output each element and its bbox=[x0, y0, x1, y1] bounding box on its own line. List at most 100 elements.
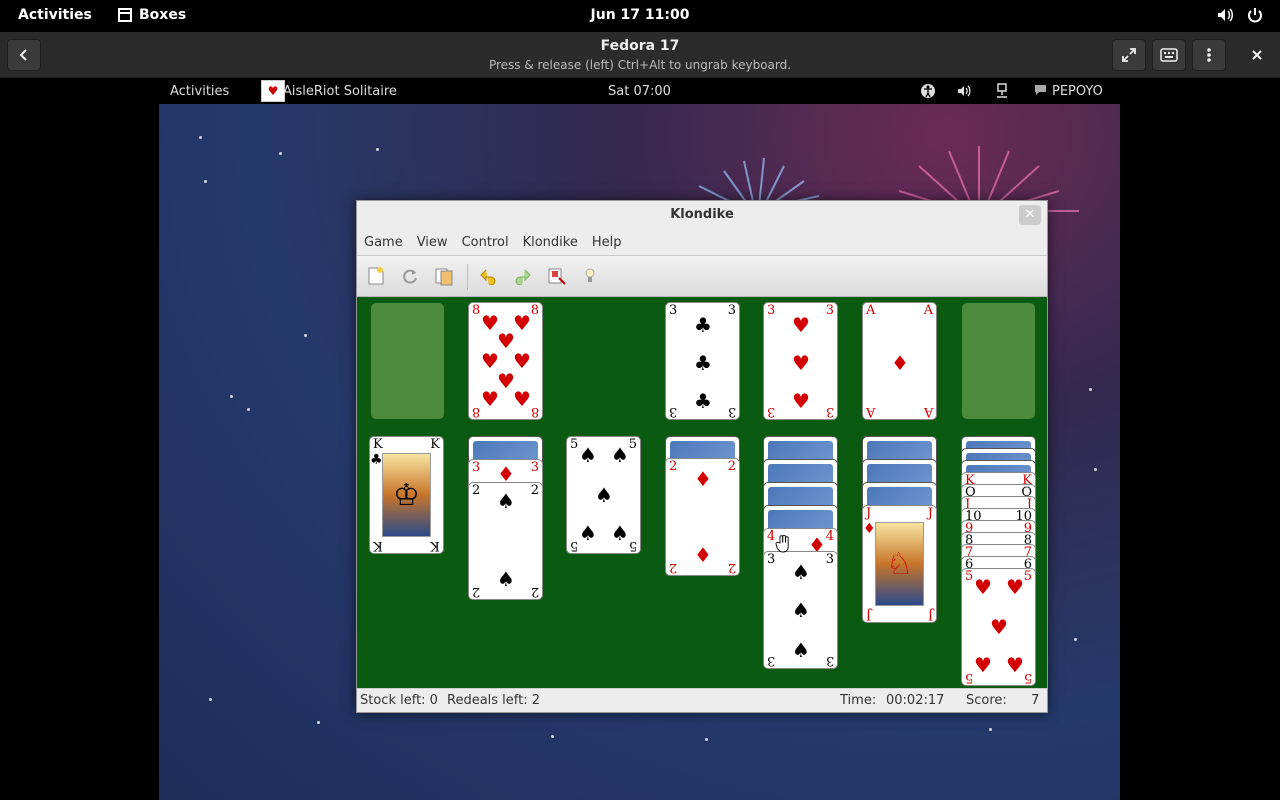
spade-icon: ♠ bbox=[497, 489, 515, 513]
redeals-left-label: Redeals left: 2 bbox=[447, 693, 541, 708]
spade-icon: ♠ bbox=[579, 521, 597, 545]
volume-icon[interactable] bbox=[1216, 6, 1234, 28]
guest-display[interactable]: Activities ♥ AisleRiot Solitaire Sat 07:… bbox=[159, 78, 1120, 800]
card-rank: 2 bbox=[669, 459, 678, 474]
diamond-icon: ♦ bbox=[497, 462, 515, 486]
spade-icon: ♠ bbox=[611, 521, 629, 545]
tableau-4-card[interactable]: 2 2 2 2 ♦ ♦ bbox=[665, 458, 740, 576]
star bbox=[204, 180, 207, 183]
new-game-button[interactable] bbox=[365, 265, 387, 287]
boxes-header-bar: Fedora 17 Press & release (left) Ctrl+Al… bbox=[0, 32, 1280, 78]
card-rank: 5 bbox=[570, 538, 579, 553]
restart-button[interactable] bbox=[399, 265, 421, 287]
guest-volume-icon[interactable] bbox=[956, 83, 972, 103]
select-game-button[interactable] bbox=[433, 265, 455, 287]
status-bar: Stock left: 0 Redeals left: 2 Time: 00:0… bbox=[357, 688, 1047, 712]
waste-card[interactable]: 8 8 8 8 ♥ ♥ ♥ ♥ ♥ ♥ ♥ ♥ bbox=[468, 302, 543, 420]
card-rank: 2 bbox=[669, 560, 678, 575]
spade-icon: ♠ bbox=[611, 443, 629, 467]
guest-clock[interactable]: Sat 07:00 bbox=[159, 84, 1120, 99]
heart-icon: ♥ bbox=[481, 387, 499, 411]
tableau-7-top-card[interactable]: 5 5 5 5 ♥ ♥ ♥ ♥ ♥ bbox=[961, 568, 1036, 686]
star bbox=[317, 721, 320, 724]
heart-icon: ♥ bbox=[513, 311, 531, 335]
time-label: Time: bbox=[840, 693, 877, 708]
card-rank: K bbox=[373, 538, 383, 553]
heart-icon: ♥ bbox=[481, 349, 499, 373]
undo-button[interactable] bbox=[478, 265, 500, 287]
card-rank: 3 bbox=[727, 404, 736, 419]
game-board[interactable]: 8 8 8 8 ♥ ♥ ♥ ♥ ♥ ♥ ♥ ♥ 3 3 3 3 ♣ ♣ ♣ 3 … bbox=[357, 297, 1047, 688]
star bbox=[376, 148, 379, 151]
menu-view[interactable]: View bbox=[410, 231, 455, 255]
diamond-icon: ♦ bbox=[891, 351, 909, 375]
card-rank: A bbox=[866, 404, 876, 419]
heart-icon: ♥ bbox=[974, 575, 992, 599]
accessibility-icon[interactable] bbox=[920, 83, 936, 103]
foundation-1[interactable]: 3 3 3 3 ♣ ♣ ♣ bbox=[665, 302, 740, 420]
star bbox=[199, 136, 202, 139]
card-rank: 3 bbox=[825, 552, 834, 567]
card-rank: 2 bbox=[727, 459, 736, 474]
foundation-4-empty[interactable] bbox=[962, 303, 1035, 419]
card-rank: 2 bbox=[472, 483, 481, 498]
keyboard-button[interactable] bbox=[1152, 39, 1186, 71]
card-rank: 5 bbox=[628, 437, 637, 452]
deal-button[interactable] bbox=[546, 265, 568, 287]
menu-klondike[interactable]: Klondike bbox=[516, 231, 585, 255]
klondike-window[interactable]: Klondike ✕ Game View Control Klondike He… bbox=[356, 200, 1048, 713]
guest-user-menu[interactable]: PEPOYO bbox=[1052, 84, 1103, 99]
card-rank: 3 bbox=[825, 404, 834, 419]
star bbox=[230, 395, 233, 398]
spade-icon: ♠ bbox=[497, 567, 515, 591]
menu-game[interactable]: Game bbox=[357, 231, 410, 255]
star bbox=[705, 738, 708, 741]
fullscreen-button[interactable] bbox=[1112, 39, 1146, 71]
card-rank: 3 bbox=[767, 303, 776, 318]
card-rank: K bbox=[430, 538, 440, 553]
network-icon[interactable] bbox=[995, 83, 1009, 103]
redo-button[interactable] bbox=[511, 265, 533, 287]
tableau-5-top-card[interactable]: 3 3 3 3 ♠ ♠ ♠ bbox=[763, 551, 838, 669]
hand-cursor-icon bbox=[775, 535, 789, 553]
spade-icon: ♠ bbox=[792, 598, 810, 622]
time-value: 00:02:17 bbox=[886, 693, 945, 708]
tableau-2-top-card[interactable]: 2 2 2 2 ♠ ♠ bbox=[468, 482, 543, 600]
guest-top-bar: Activities ♥ AisleRiot Solitaire Sat 07:… bbox=[159, 78, 1120, 104]
card-rank: 8 bbox=[472, 404, 481, 419]
card-rank: A bbox=[923, 404, 933, 419]
foundation-2[interactable]: 3 3 3 3 ♥ ♥ ♥ bbox=[763, 302, 838, 420]
spade-icon: ♠ bbox=[595, 483, 613, 507]
card-rank: 3 bbox=[669, 303, 678, 318]
spade-icon: ♠ bbox=[792, 560, 810, 584]
diamond-icon: ♦ bbox=[694, 543, 712, 567]
card-rank: 5 bbox=[570, 437, 579, 452]
hint-button[interactable] bbox=[579, 265, 601, 287]
clock[interactable]: Jun 17 11:00 bbox=[0, 7, 1280, 23]
diamond-icon: ♦ bbox=[694, 467, 712, 491]
tableau-3-card[interactable]: 5 5 5 5 ♠ ♠ ♠ ♠ ♠ bbox=[566, 436, 641, 554]
deal-cards-icon bbox=[548, 268, 566, 285]
club-icon: ♣ bbox=[694, 351, 712, 375]
tableau-1-king[interactable]: K K K K ♣ ♔ bbox=[369, 436, 444, 554]
score-label: Score: bbox=[966, 693, 1007, 708]
spade-icon: ♠ bbox=[579, 443, 597, 467]
card-rank: K bbox=[430, 437, 440, 452]
vm-title: Fedora 17 bbox=[600, 38, 680, 54]
menu-help[interactable]: Help bbox=[585, 231, 629, 255]
menu-control[interactable]: Control bbox=[455, 231, 516, 255]
star bbox=[1089, 388, 1092, 391]
foundation-3[interactable]: A A A A ♦ bbox=[862, 302, 937, 420]
kebab-menu-icon bbox=[1207, 48, 1211, 62]
card-rank: J bbox=[927, 607, 933, 622]
card-rank: 8 bbox=[472, 303, 481, 318]
stock-pile-empty[interactable] bbox=[371, 303, 444, 419]
window-close-button[interactable]: ✕ bbox=[1019, 205, 1041, 225]
card-rank: 5 bbox=[1023, 569, 1032, 584]
tableau-6-jack[interactable]: J J J J ♦ ♘ bbox=[862, 505, 937, 623]
menu-button[interactable] bbox=[1192, 39, 1226, 71]
card-rank: 5 bbox=[965, 670, 974, 685]
power-icon[interactable] bbox=[1246, 6, 1264, 28]
new-document-icon bbox=[368, 267, 384, 285]
close-button[interactable] bbox=[1247, 45, 1267, 65]
